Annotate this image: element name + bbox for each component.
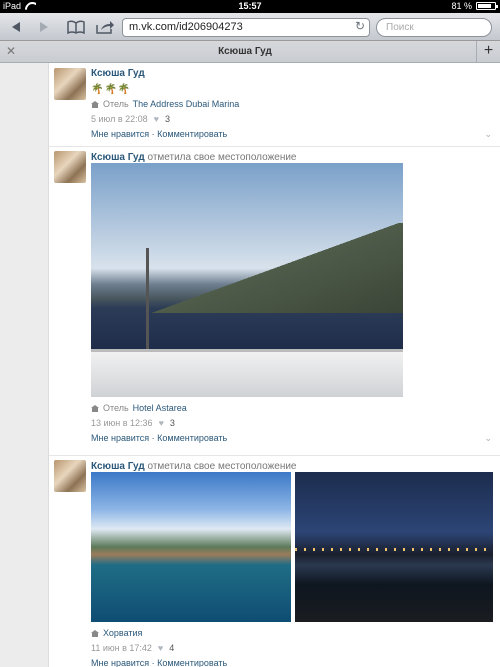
post-actions: Мне нравится · Комментировать ⌄ [91, 129, 492, 139]
back-arrow-icon [12, 22, 20, 32]
heart-icon[interactable]: ♥ [159, 418, 164, 428]
photo-lights [295, 548, 493, 551]
chevron-down-icon[interactable]: ⌄ [484, 129, 492, 140]
location: Отель The Address Dubai Marina [91, 99, 492, 109]
close-tab-icon[interactable]: ✕ [6, 44, 16, 58]
post-text: 🌴🌴🌴 [91, 84, 132, 95]
post-photo[interactable] [91, 163, 403, 397]
post-meta: 13 июн в 12:36 ♥ 3 [91, 418, 492, 428]
battery-level [478, 4, 491, 8]
place-link[interactable]: Hotel Astarea [133, 403, 187, 413]
post-photo[interactable] [91, 472, 291, 622]
post-action-text: отметила свое местоположение [147, 461, 297, 472]
search-input[interactable]: Поиск [376, 18, 492, 37]
house-icon [91, 100, 99, 108]
avatar[interactable] [54, 151, 86, 183]
photo-mountain [91, 223, 403, 313]
battery-icon [476, 2, 498, 10]
like-count: 3 [165, 114, 171, 124]
share-button[interactable] [94, 17, 116, 37]
post-actions: Мне нравится · Комментировать ⌄ [91, 433, 492, 443]
post-photo[interactable] [295, 472, 493, 622]
like-comment-links[interactable]: Мне нравится · Комментировать [91, 433, 227, 443]
bookmarks-button[interactable] [64, 17, 88, 37]
author-link[interactable]: Ксюша Гуд [91, 68, 145, 79]
like-comment-links[interactable]: Мне нравится · Комментировать [91, 658, 227, 667]
forward-button[interactable] [34, 17, 54, 37]
heart-icon[interactable]: ♥ [158, 643, 163, 653]
wall-post: Ксюша Гуд 🌴🌴🌴 Отель The Address Dubai Ma… [49, 63, 500, 147]
author-link[interactable]: Ксюша Гуд [91, 152, 145, 163]
post-action-text: отметила свое местоположение [147, 152, 297, 163]
wall-feed: Ксюша Гуд 🌴🌴🌴 Отель The Address Dubai Ma… [48, 63, 500, 667]
post-date[interactable]: 5 июл в 22:08 [91, 114, 148, 124]
post-date[interactable]: 11 июн в 17:42 [91, 643, 152, 653]
status-right: 81 % [451, 1, 498, 11]
photo-mast [146, 248, 149, 363]
post-actions: Мне нравится · Комментировать [91, 658, 492, 667]
tab-title[interactable]: Ксюша Гуд [20, 46, 470, 57]
place-link[interactable]: The Address Dubai Marina [133, 99, 240, 109]
browser-toolbar: m.vk.com/id206904273 ↻ Поиск [0, 13, 500, 41]
location: Отель Hotel Astarea [91, 403, 492, 413]
chevron-down-icon[interactable]: ⌄ [484, 433, 492, 444]
reload-icon[interactable]: ↻ [355, 19, 365, 33]
place-label: Отель [103, 403, 129, 413]
battery-percent: 81 % [451, 1, 472, 11]
house-icon [91, 629, 99, 637]
photo-deck [91, 349, 403, 397]
tab-bar: ✕ Ксюша Гуд + [0, 41, 500, 63]
url-text: m.vk.com/id206904273 [129, 21, 243, 33]
back-button[interactable] [6, 17, 26, 37]
avatar[interactable] [54, 68, 86, 100]
address-bar[interactable]: m.vk.com/id206904273 ↻ [122, 18, 370, 37]
place-label: Отель [103, 99, 129, 109]
clock: 15:57 [238, 1, 262, 11]
share-icon [96, 21, 114, 34]
post-date[interactable]: 13 июн в 12:36 [91, 418, 153, 428]
like-comment-links[interactable]: Мне нравится · Комментировать [91, 129, 227, 139]
place-link[interactable]: Хорватия [103, 628, 142, 638]
forward-arrow-icon [40, 22, 48, 32]
status-bar: iPad 15:57 81 % [0, 0, 500, 13]
wall-post: Ксюша Гуд отметила свое местоположение О… [49, 147, 500, 456]
like-count: 3 [169, 418, 175, 428]
new-tab-button[interactable]: + [476, 41, 500, 63]
post-meta: 5 июл в 22:08 ♥ 3 [91, 114, 492, 124]
book-icon [67, 20, 85, 34]
location: Хорватия [91, 628, 492, 638]
heart-icon[interactable]: ♥ [154, 114, 159, 124]
avatar[interactable] [54, 460, 86, 492]
author-link[interactable]: Ксюша Гуд [91, 461, 145, 472]
post-meta: 11 июн в 17:42 ♥ 4 [91, 643, 492, 653]
wall-post: Ксюша Гуд отметила свое местоположение Х… [49, 456, 500, 667]
house-icon [91, 404, 99, 412]
like-count: 4 [169, 643, 175, 653]
post-header: Ксюша Гуд [91, 68, 492, 80]
